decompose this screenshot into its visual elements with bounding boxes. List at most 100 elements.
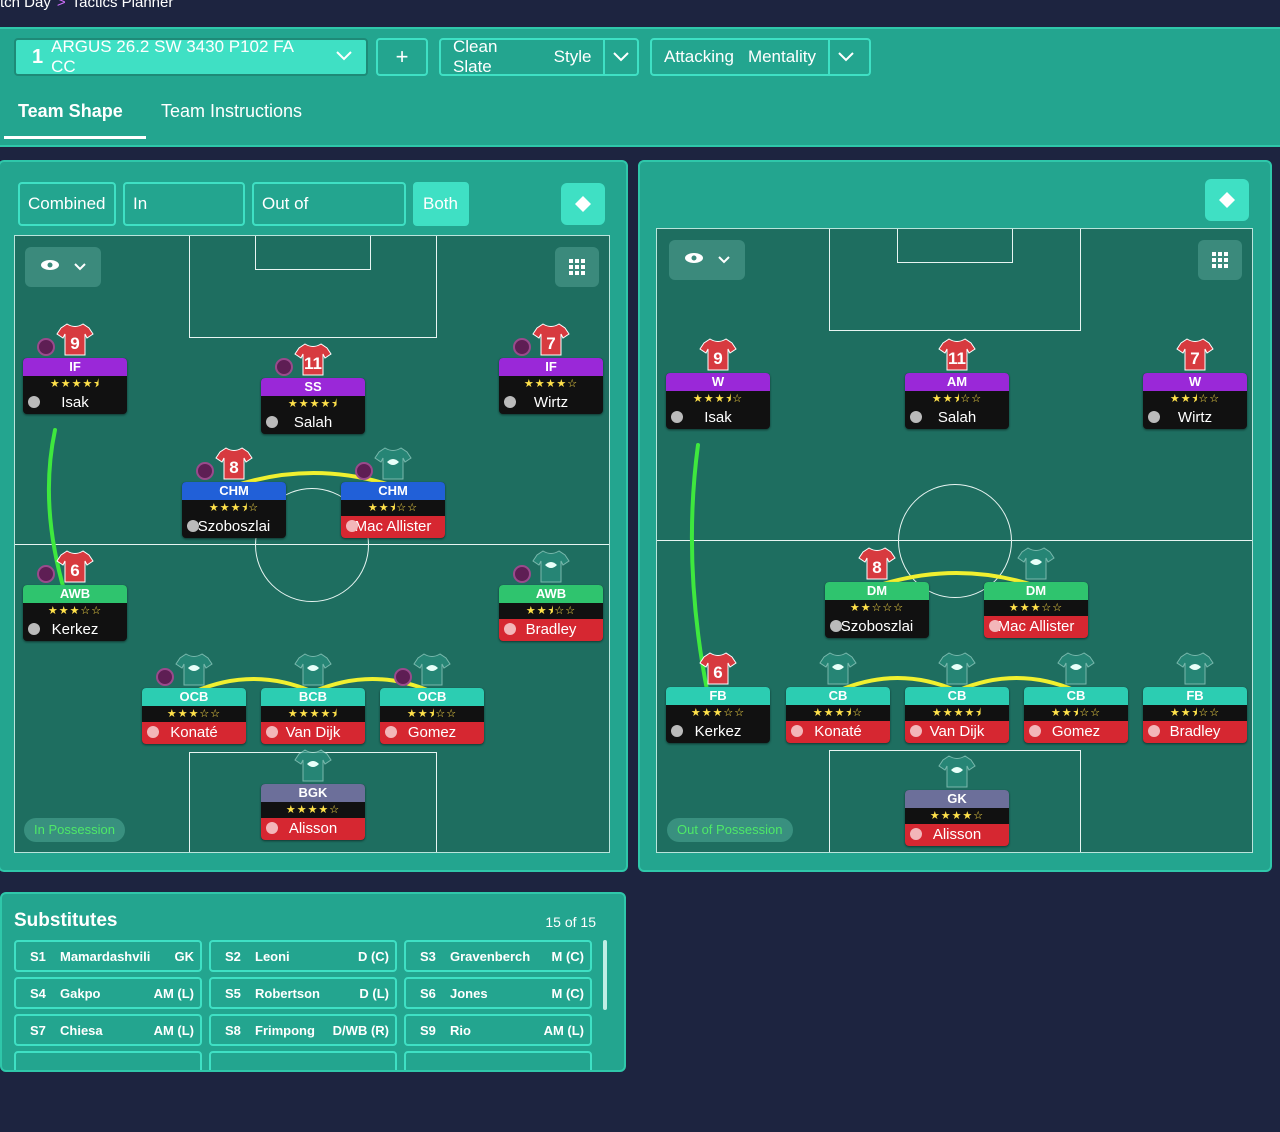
substitute-name: Chiesa [60, 1022, 103, 1038]
player-name: Isak [666, 407, 770, 429]
substitute-item[interactable]: S8 Frimpong D/WB (R) [209, 1014, 397, 1046]
player-name: Konaté [142, 722, 246, 744]
tactic-selector[interactable]: 1 ARGUS 26.2 SW 3430 P102 FA CC [14, 37, 368, 76]
substitute-slot: S2 [225, 948, 241, 964]
breadcrumb: tch Day > Tactics Planner [0, 0, 173, 11]
style-dropdown[interactable]: Clean Slate Style [439, 37, 639, 76]
role-suitability-stars: ★★★★⯨ [287, 708, 339, 720]
diamond-icon[interactable] [1205, 179, 1249, 221]
player-name-text: Van Dijk [285, 724, 341, 741]
substitute-slot: S1 [30, 948, 46, 964]
person-icon [147, 726, 159, 738]
player-name-text: Salah [937, 409, 977, 426]
left-player-card-konate[interactable]: OCB ★★★☆☆ Konaté [142, 688, 246, 744]
right-player-card-gomez[interactable]: CB ★★⯨☆☆ Gomez [1024, 687, 1128, 743]
tab-team-instructions[interactable]: Team Instructions [161, 101, 302, 122]
substitute-item[interactable]: S3 Gravenberch M (C) [404, 940, 592, 972]
substitute-item[interactable]: S5 Robertson D (L) [209, 977, 397, 1009]
person-icon [1148, 725, 1160, 737]
person-icon [28, 396, 40, 408]
right-player-card-alisson[interactable]: GK ★★★★☆ Alisson [905, 790, 1009, 846]
substitute-item[interactable]: S2 Leoni D (C) [209, 940, 397, 972]
left-player-card-vandijk[interactable]: BCB ★★★★⯨ Van Dijk [261, 688, 365, 744]
right-player-card-isak[interactable]: W ★★★⯨☆ Isak [666, 373, 770, 429]
left-player-card-alisson[interactable]: BGK ★★★★☆ Alisson [261, 784, 365, 840]
player-name-text: Wirtz [1177, 409, 1213, 426]
mentality-dropdown[interactable]: Attacking Mentality [650, 38, 871, 76]
player-name-text: Salah [293, 414, 333, 431]
player-name-text: Bradley [1169, 723, 1221, 740]
person-icon [791, 725, 803, 737]
shirt-icon: 11 [294, 342, 332, 376]
view-out-of-possession-button[interactable]: Out of Possession [252, 182, 406, 253]
substitute-slot: S5 [225, 985, 241, 1001]
role-suitability-stars: ★★★★☆ [929, 810, 985, 822]
view-in-possession-button[interactable]: In Possession [123, 182, 245, 253]
substitute-item[interactable]: S9 Rio AM (L) [404, 1014, 592, 1046]
person-icon [830, 620, 842, 632]
person-icon [671, 411, 683, 423]
shirt-icon: 8 [858, 546, 896, 580]
right-player-card-bradley[interactable]: FB ★★⯨☆☆ Bradley [1143, 687, 1247, 743]
role-suitability-stars: ★★⯨☆☆ [931, 393, 983, 405]
role-suitability-stars: ★★★⯨☆ [692, 393, 744, 405]
tab-team-shape[interactable]: Team Shape [18, 101, 123, 122]
tactic-number: 1 [32, 45, 44, 68]
player-role: BGK [261, 784, 365, 802]
substitute-name: Gravenberch [450, 948, 531, 964]
svg-text:8: 8 [229, 458, 238, 477]
left-player-card-bradley[interactable]: AWB ★★⯨☆☆ Bradley [499, 585, 603, 641]
player-role: GK [905, 790, 1009, 808]
left-player-card-wirtz[interactable]: IF ★★★★☆ Wirtz [499, 358, 603, 414]
player-role: DM [825, 582, 929, 600]
left-player-card-kerkez[interactable]: AWB ★★★☆☆ Kerkez [23, 585, 127, 641]
left-player-card-macallister[interactable]: CHM ★★⯨☆☆ Mac Allister [341, 482, 445, 538]
left-player-card-isak[interactable]: IF ★★★★⯨ Isak [23, 358, 127, 414]
diamond-icon[interactable] [561, 183, 605, 225]
left-player-card-salah[interactable]: SS ★★★★⯨ Salah [261, 378, 365, 434]
substitute-item[interactable]: S4 Gakpo AM (L) [14, 977, 202, 1009]
player-role: DM [984, 582, 1088, 600]
left-player-card-gomez[interactable]: OCB ★★⯨☆☆ Gomez [380, 688, 484, 744]
player-role: OCB [380, 688, 484, 706]
right-player-card-vandijk[interactable]: CB ★★★★⯨ Van Dijk [905, 687, 1009, 743]
player-kit-icon [819, 651, 857, 685]
player-name: Gomez [1024, 721, 1128, 743]
player-name-text: Isak [61, 394, 89, 411]
substitute-slot: S3 [420, 948, 436, 964]
view-both-button[interactable]: Both [413, 182, 469, 226]
player-name: Salah [261, 412, 365, 434]
person-icon [385, 726, 397, 738]
substitute-item[interactable] [209, 1051, 397, 1070]
substitute-item[interactable] [404, 1051, 592, 1070]
left-player-card-szoboszlai[interactable]: CHM ★★★⯨☆ Szoboszlai [182, 482, 286, 538]
right-player-card-kerkez[interactable]: FB ★★★☆☆ Kerkez [666, 687, 770, 743]
right-player-card-szoboszlai[interactable]: DM ★★☆☆☆ Szoboszlai [825, 582, 929, 638]
person-icon [187, 520, 199, 532]
role-suitability-stars: ★★⯨☆☆ [1050, 707, 1102, 719]
view-combined-button[interactable]: Combined [18, 182, 116, 226]
person-icon [28, 623, 40, 635]
substitute-position: M (C) [551, 985, 585, 1001]
role-suitability-stars: ★★★☆☆ [47, 605, 103, 617]
person-icon [1029, 725, 1041, 737]
right-player-card-salah[interactable]: AM ★★⯨☆☆ Salah [905, 373, 1009, 429]
substitute-item[interactable]: S7 Chiesa AM (L) [14, 1014, 202, 1046]
substitute-name: Jones [450, 985, 488, 1001]
substitute-name: Mamardashvili [60, 948, 151, 964]
shirt-icon: 9 [56, 322, 94, 356]
right-player-card-konate[interactable]: CB ★★★⯨☆ Konaté [786, 687, 890, 743]
shirt-icon: 11 [938, 337, 976, 371]
right-player-card-macallister[interactable]: DM ★★★☆☆ Mac Allister [984, 582, 1088, 638]
player-name-text: Konaté [170, 724, 218, 741]
player-role: AWB [23, 585, 127, 603]
breadcrumb-parent[interactable]: tch Day [0, 0, 51, 11]
add-tactic-button[interactable]: + [376, 38, 428, 76]
substitute-item[interactable]: S6 Jones M (C) [404, 977, 592, 1009]
player-role: W [1143, 373, 1247, 391]
right-player-card-wirtz[interactable]: W ★★⯨☆☆ Wirtz [1143, 373, 1247, 429]
substitutes-scrollbar[interactable] [603, 940, 607, 1010]
role-suitability-stars: ★★★⯨☆ [812, 707, 864, 719]
substitute-item[interactable] [14, 1051, 202, 1070]
substitute-item[interactable]: S1 Mamardashvili GK [14, 940, 202, 972]
